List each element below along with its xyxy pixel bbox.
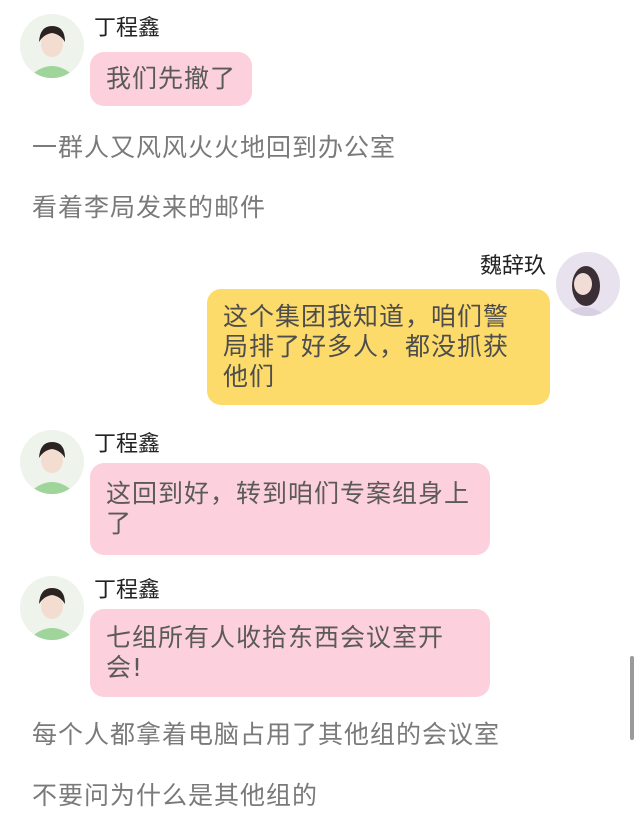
avatar-dingchengxin-3[interactable] xyxy=(20,576,84,640)
message-bubble[interactable]: 我们先撤了 xyxy=(90,52,253,106)
avatar-boy-icon xyxy=(20,14,84,78)
speaker-name: 丁程鑫 xyxy=(94,578,161,603)
speaker-name: 魏辞玖 xyxy=(480,254,547,279)
avatar-girl-icon xyxy=(556,252,620,316)
avatar-boy-icon xyxy=(20,430,84,494)
narration-text: 每个人都拿着电脑占用了其他组的会议室 xyxy=(32,720,501,749)
avatar-weicijiu[interactable] xyxy=(556,252,620,316)
message-bubble[interactable]: 这个集团我知道，咱们警局排了好多人，都没抓获他们 xyxy=(207,289,550,405)
avatar-dingchengxin-1[interactable] xyxy=(20,14,84,78)
narration-text: 看着李局发来的邮件 xyxy=(32,193,267,222)
narration-text: 一群人又风风火火地回到办公室 xyxy=(32,133,397,162)
scrollbar[interactable] xyxy=(630,656,634,740)
avatar-dingchengxin-2[interactable] xyxy=(20,430,84,494)
chat-story-page: 丁程鑫 我们先撤了 一群人又风风火火地回到办公室 看着李局发来的邮件 魏辞玖 这… xyxy=(0,0,640,831)
message-bubble[interactable]: 这回到好，转到咱们专案组身上了 xyxy=(90,463,490,555)
message-bubble[interactable]: 七组所有人收拾东西会议室开会! xyxy=(90,609,490,697)
speaker-name: 丁程鑫 xyxy=(94,432,161,457)
speaker-name: 丁程鑫 xyxy=(94,16,161,41)
avatar-boy-icon xyxy=(20,576,84,640)
narration-text: 不要问为什么是其他组的 xyxy=(32,781,319,810)
